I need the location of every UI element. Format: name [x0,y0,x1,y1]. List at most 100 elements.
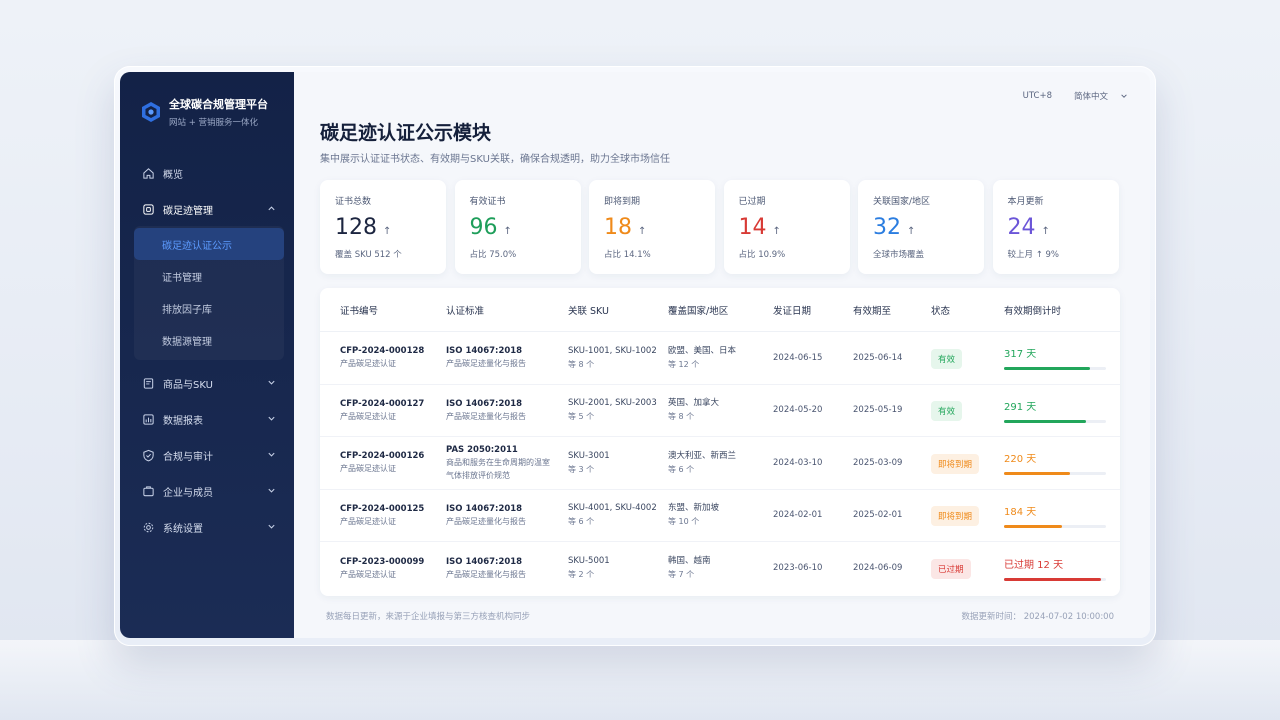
standard-name: ISO 14067:2018 [446,556,523,567]
region-cell: 英国、加拿大等 8 个 [668,397,719,423]
chevron-down-icon[interactable] [267,414,276,423]
standard-desc: 产品碳足迹量化与报告 [446,411,526,421]
status-cell: 即将到期 [931,452,980,474]
arrow-up-icon: ↑ [772,226,781,237]
table-row[interactable]: CFP-2023-000099 产品碳足迹认证 ISO 14067:2018 产品碳足… [320,542,1120,595]
sidebar-item-products[interactable]: 商品与SKU [120,368,294,398]
stat-card[interactable]: 本月更新 24 ↑ 较上月 ↑ 9% [992,180,1119,274]
stat-value: 128 [335,215,377,240]
region-list: 英国、加拿大 [668,398,720,409]
certificates-table: 证书编号 认证标准 关联 SKU 覆盖国家/地区 发证日期 有效期至 状态 有效期倒计时 CF… [320,288,1120,596]
region-list: 东盟、新加坡 [668,503,720,514]
stat-card[interactable]: 已过期 14 ↑ 占比 10.9% [723,180,850,274]
chevron-up-icon[interactable] [267,204,276,213]
sidebar-subitem-emission-factors[interactable]: 排放因子库 [134,292,284,324]
standard-desc: 商品和服务在生命周期的温室气体排放评价规范 [446,457,550,480]
countdown-text: 220 天 [1004,454,1037,466]
chevron-down-icon[interactable] [267,450,276,459]
countdown-progress-bar [1004,577,1106,581]
timezone-selector[interactable]: UTC+8 [1023,91,1052,101]
stat-value-row: 32 ↑ [873,215,970,240]
status-badge: 有效 [931,401,963,422]
cert-id[interactable]: CFP-2023-000099 [340,556,424,568]
stat-card[interactable]: 关联国家/地区 32 ↑ 全球市场覆盖 [858,180,984,274]
stat-label: 本月更新 [1007,197,1044,207]
sidebar-subitem-certificates[interactable]: 证书管理 [134,260,284,292]
sidebar-item-label: 系统设置 [163,523,203,535]
cert-id[interactable]: CFP-2024-000125 [340,503,424,515]
countdown-progress-fill [1004,472,1071,476]
sidebar-item-reports[interactable]: 数据报表 [120,404,294,434]
countdown-progress-bar [1004,524,1106,528]
countdown-progress-fill [1004,577,1101,581]
stat-card[interactable]: 有效证书 96 ↑ 占比 75.0% [454,180,581,274]
footer-updated-time: 数据更新时间： 2024-07-02 10:00:00 [961,612,1114,622]
status-cell: 即将到期 [931,504,980,527]
sidebar-subitem-certification-public[interactable]: 碳足迹认证公示 [134,228,284,260]
stat-footnote: 全球市场覆盖 [873,250,925,260]
stat-card[interactable]: 证书总数 128 ↑ 覆盖 SKU 512 个 [320,180,446,274]
table-row[interactable]: CFP-2024-000128 产品碳足迹认证 ISO 14067:2018 产品碳足… [320,332,1120,385]
stat-value: 14 [738,215,767,240]
standard-name: ISO 14067:2018 [446,398,523,409]
sidebar-item-settings[interactable]: 系统设置 [120,512,294,542]
brand[interactable]: 全球碳合规管理平台 网站 + 营销服务一体化 [140,96,268,128]
cert-id-cell: CFP-2023-000099 产品碳足迹认证 [340,556,424,581]
countdown-progress-bar [1004,419,1106,423]
chevron-down-icon[interactable] [267,486,276,495]
cert-id[interactable]: CFP-2024-000128 [340,345,424,357]
sidebar-subitem-label: 排放因子库 [162,304,212,316]
arrow-up-icon: ↑ [1041,226,1050,237]
main-content: UTC+8 简体中文 碳足迹认证公示模块 集中展示认证证书状态、有效期与SKU关… [294,72,1150,638]
sku-cell: SKU-4001, SKU-4002 等 6 个 [568,502,657,528]
cert-id-cell: CFP-2024-000126 产品碳足迹认证 [340,450,424,475]
arrow-up-icon: ↑ [907,226,916,237]
cert-id[interactable]: CFP-2024-000126 [340,450,424,462]
sidebar-item-members[interactable]: 企业与成员 [120,476,294,506]
table-body: CFP-2024-000128 产品碳足迹认证 ISO 14067:2018 产品碳足… [320,332,1120,595]
countdown-cell: 317 天 [1004,345,1106,371]
language-selector[interactable]: 简体中文 [1074,90,1108,102]
column-header: 状态 [931,305,951,317]
page-title: 碳足迹认证公示模块 [320,122,492,144]
standard-cell: PAS 2050:2011 商品和服务在生命周期的温室气体排放评价规范 [446,444,556,482]
countdown-cell: 291 天 [1004,398,1106,423]
sidebar-item-compliance[interactable]: 合规与审计 [120,440,294,470]
standard-cell: ISO 14067:2018 产品碳足迹量化与报告 [446,398,556,423]
stat-value-row: 18 ↑ [604,215,701,240]
sidebar-item-label: 合规与审计 [163,451,213,463]
sidebar-subitem-data-sources[interactable]: 数据源管理 [134,324,284,356]
table-row[interactable]: CFP-2024-000126 产品碳足迹认证 PAS 2050:2011 商品和服务… [320,437,1120,490]
expiry-date: 2025-03-09 [853,457,903,468]
cert-type: 产品碳足迹认证 [340,411,396,421]
sidebar-subitem-label: 碳足迹认证公示 [162,240,232,252]
chevron-down-icon[interactable] [1120,92,1128,100]
stat-value: 18 [604,215,632,240]
page-subtitle: 集中展示认证证书状态、有效期与SKU关联，确保合规透明，助力全球市场信任 [320,154,670,165]
table-row[interactable]: CFP-2024-000125 产品碳足迹认证 ISO 14067:2018 产品碳足… [320,490,1120,542]
audit-icon [143,449,154,461]
sku-count: 等 3 个 [568,464,595,474]
region-count: 等 12 个 [668,359,700,369]
chevron-down-icon[interactable] [267,522,276,531]
stat-value: 96 [469,215,498,240]
brand-subtitle: 网站 + 营销服务一体化 [169,118,259,128]
stat-value-row: 24 ↑ [1008,215,1105,240]
status-badge: 即将到期 [931,506,980,527]
issue-date: 2024-02-01 [773,510,823,521]
product-icon [143,377,154,389]
status-badge: 有效 [931,348,963,369]
region-list: 韩国、越南 [668,556,711,567]
arrow-up-icon: ↑ [503,226,512,237]
cert-id[interactable]: CFP-2024-000127 [340,398,424,410]
sidebar-item-overview[interactable]: 概览 [120,158,294,188]
sidebar-item-footprint[interactable]: 碳足迹管理 [120,194,294,224]
stat-card[interactable]: 即将到期 18 ↑ 占比 14.1% [589,180,715,274]
chevron-down-icon[interactable] [267,378,276,387]
footer-note: 数据每日更新，来源于企业填报与第三方核查机构同步 [326,612,531,622]
hexagon-logo-icon [142,102,160,122]
table-row[interactable]: CFP-2024-000127 产品碳足迹认证 ISO 14067:2018 产品碳足… [320,385,1120,437]
countdown-text: 317 天 [1004,349,1037,361]
arrow-up-icon: ↑ [638,226,647,237]
region-count: 等 6 个 [668,464,695,474]
